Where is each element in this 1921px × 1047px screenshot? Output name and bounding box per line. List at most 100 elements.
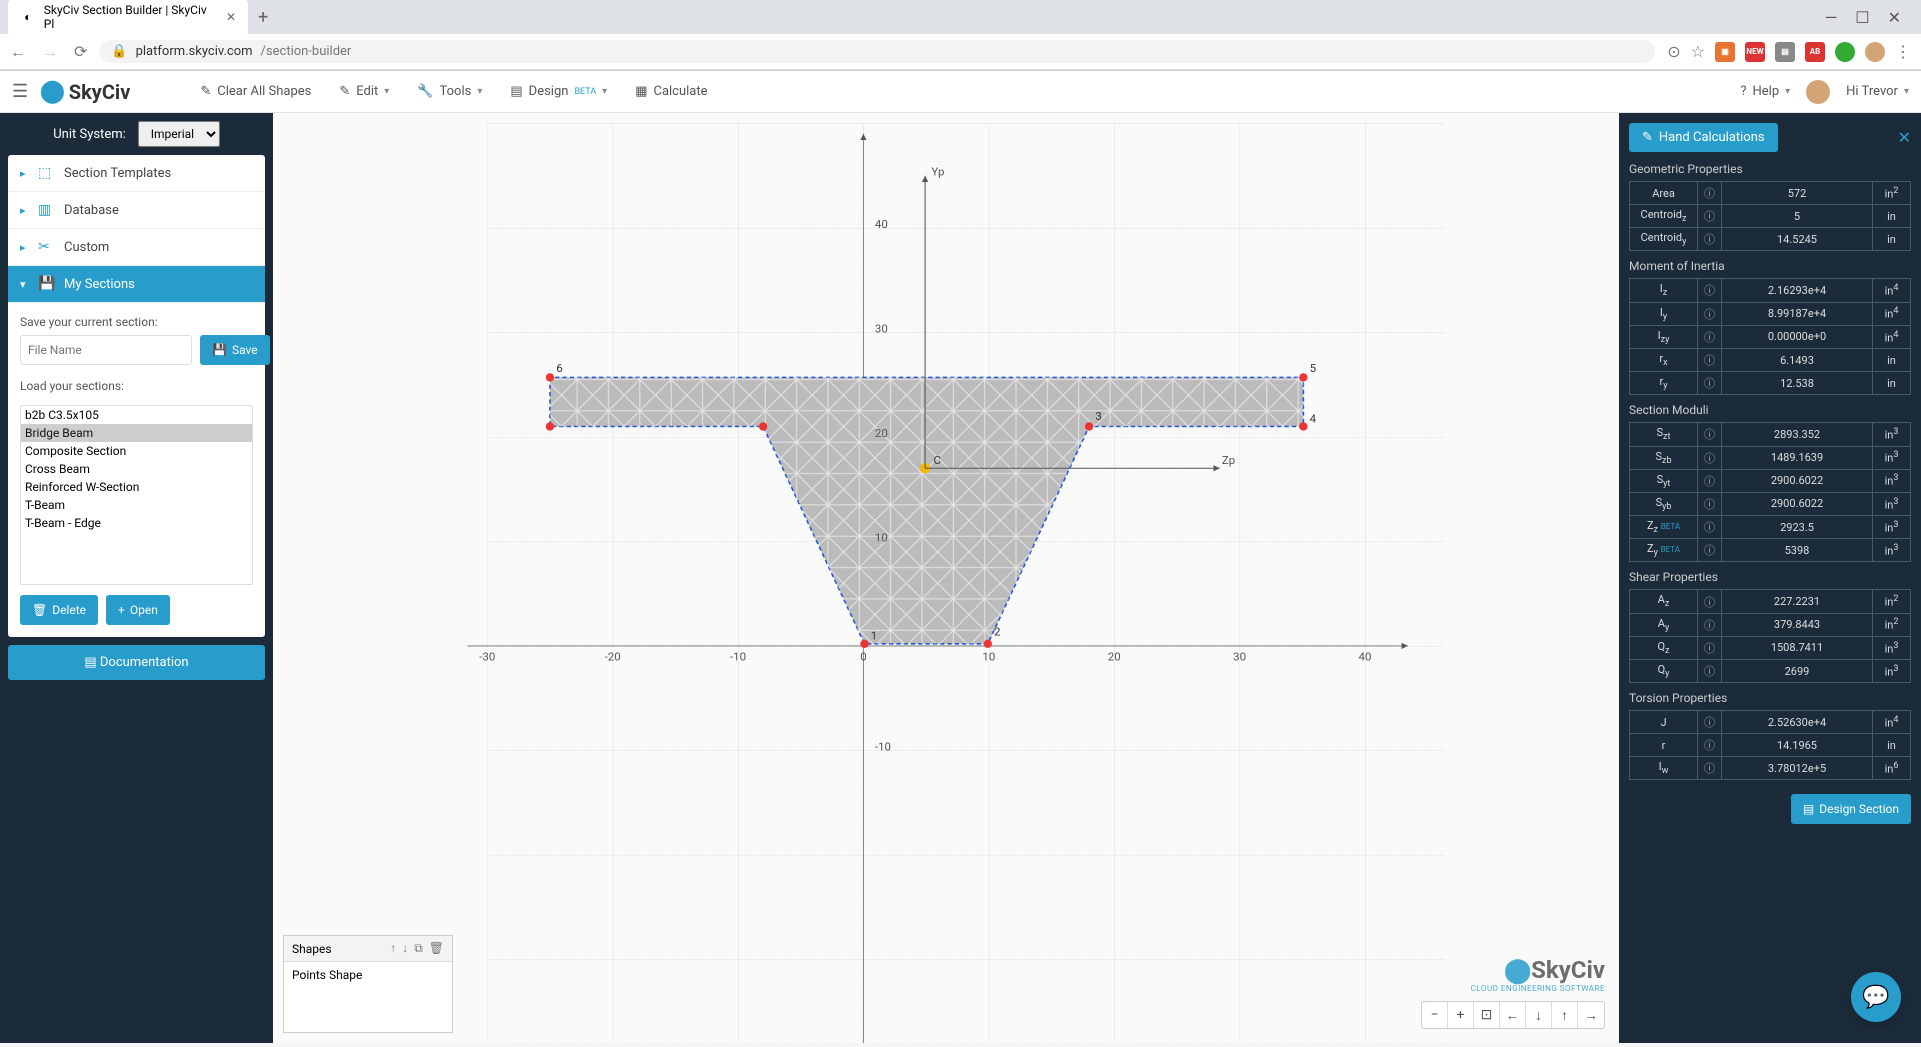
table-row: Ayⓘ379.8443in2 <box>1630 613 1911 636</box>
calculate-icon: ▦ <box>635 84 647 99</box>
hand-calculations-button[interactable]: ✎ Hand Calculations <box>1629 123 1778 152</box>
svg-text:10: 10 <box>875 530 888 544</box>
info-icon[interactable]: ⓘ <box>1698 182 1722 205</box>
menu-clear-shapes[interactable]: ✎ Clear All Shapes <box>200 84 311 99</box>
open-button[interactable]: + Open <box>106 595 170 625</box>
section-canvas[interactable]: 1 2 3 4 5 6 C Yp Zp -30-20-10010203040 -… <box>273 113 1619 1043</box>
table-moduli: Sztⓘ2893.352in3Szbⓘ1489.1639in3Sytⓘ2900.… <box>1629 422 1911 562</box>
svg-text:40: 40 <box>875 217 888 231</box>
user-greeting[interactable]: Hi Trevor ▾ <box>1846 84 1909 99</box>
info-icon[interactable]: ⓘ <box>1698 636 1722 659</box>
ext-icon-avatar[interactable] <box>1865 42 1885 62</box>
info-icon[interactable]: ⓘ <box>1698 325 1722 348</box>
table-row: Areaⓘ572in2 <box>1630 182 1911 205</box>
delete-shape-icon[interactable]: 🗑 <box>429 941 444 956</box>
url-box[interactable]: 🔒 platform.skyciv.com/section-builder <box>99 40 1655 63</box>
pan-up-button[interactable]: ↑ <box>1552 1002 1578 1028</box>
avatar[interactable] <box>1806 80 1830 104</box>
shapes-list[interactable]: Points Shape <box>284 962 452 1032</box>
info-icon[interactable]: ⓘ <box>1698 516 1722 539</box>
tab-close-icon[interactable]: ✕ <box>226 10 236 24</box>
design-section-button[interactable]: ▤ Design Section <box>1791 794 1911 824</box>
info-icon[interactable]: ⓘ <box>1698 423 1722 446</box>
info-icon[interactable]: ⓘ <box>1698 446 1722 469</box>
shape-item[interactable]: Points Shape <box>292 968 444 982</box>
tools-icon: 🔧 <box>417 84 433 99</box>
info-icon[interactable]: ⓘ <box>1698 539 1722 562</box>
zoom-fit-button[interactable]: ⊡ <box>1474 1002 1500 1028</box>
doc-icon: ▤ <box>1803 802 1814 816</box>
filename-input[interactable] <box>20 335 192 365</box>
reload-icon[interactable]: ⟳ <box>74 42 87 62</box>
chat-icon: 💬 <box>1862 985 1889 1010</box>
new-tab-button[interactable]: + <box>248 7 278 28</box>
zoom-in-button[interactable]: + <box>1448 1002 1474 1028</box>
save-button[interactable]: 💾 Save <box>200 335 270 365</box>
documentation-button[interactable]: ▤ Documentation <box>8 645 265 680</box>
help-button[interactable]: ? Help ▾ <box>1740 84 1790 99</box>
info-icon[interactable]: ⓘ <box>1698 492 1722 515</box>
sidebar-item-database[interactable]: ▸ ▥ Database <box>8 192 265 229</box>
ext-icon-pdf[interactable]: ▤ <box>1775 42 1795 62</box>
pan-right-button[interactable]: → <box>1578 1002 1604 1028</box>
ext-icon-1[interactable]: ▣ <box>1715 42 1735 62</box>
maximize-icon[interactable]: ☐ <box>1855 8 1869 27</box>
browser-tab[interactable]: ◐ SkyCiv Section Builder | SkyCiv Pl ✕ <box>8 0 248 37</box>
minimize-icon[interactable]: — <box>1825 8 1838 27</box>
pan-down-button[interactable]: ↓ <box>1526 1002 1552 1028</box>
ext-icon-green[interactable] <box>1835 42 1855 62</box>
search-icon[interactable]: ⊙ <box>1667 42 1680 61</box>
kebab-icon[interactable]: ⋮ <box>1895 42 1911 61</box>
info-icon[interactable]: ⓘ <box>1698 348 1722 371</box>
move-down-icon[interactable]: ↓ <box>402 941 408 956</box>
close-panel-icon[interactable]: ✕ <box>1898 128 1911 147</box>
table-geometric: Areaⓘ572in2Centroidzⓘ5inCentroidyⓘ14.524… <box>1629 181 1911 251</box>
sections-listbox[interactable]: b2b C3.5x105Bridge BeamComposite Section… <box>20 405 253 585</box>
forward-icon[interactable]: → <box>42 42 58 62</box>
delete-button[interactable]: 🗑 Delete <box>20 595 98 625</box>
info-icon[interactable]: ⓘ <box>1698 279 1722 302</box>
logo-icon: ⬤ <box>40 79 65 104</box>
info-icon[interactable]: ⓘ <box>1698 590 1722 613</box>
info-icon[interactable]: ⓘ <box>1698 757 1722 780</box>
info-icon[interactable]: ⓘ <box>1698 734 1722 757</box>
sidebar-item-custom[interactable]: ▸ ✂ Custom <box>8 229 265 266</box>
copy-icon[interactable]: ⧉ <box>414 941 423 956</box>
info-icon[interactable]: ⓘ <box>1698 711 1722 734</box>
ext-icon-abp[interactable]: AB <box>1805 42 1825 62</box>
info-icon[interactable]: ⓘ <box>1698 660 1722 683</box>
menu-calculate[interactable]: ▦ Calculate <box>635 84 707 99</box>
ext-icon-new[interactable]: NEW <box>1745 42 1765 62</box>
menu-design[interactable]: ▤ Design BETA ▾ <box>510 84 607 99</box>
close-window-icon[interactable]: ✕ <box>1888 8 1901 27</box>
svg-text:2: 2 <box>994 624 1001 638</box>
table-row: Centroidzⓘ5in <box>1630 205 1911 228</box>
zoom-out-button[interactable]: − <box>1422 1002 1448 1028</box>
info-icon[interactable]: ⓘ <box>1698 302 1722 325</box>
info-icon[interactable]: ⓘ <box>1698 205 1722 228</box>
info-icon[interactable]: ⓘ <box>1698 613 1722 636</box>
svg-text:-10: -10 <box>875 739 891 753</box>
logo[interactable]: ⬤ SkyCiv <box>40 79 130 104</box>
canvas-area[interactable]: 1 2 3 4 5 6 C Yp Zp -30-20-10010203040 -… <box>273 113 1619 1043</box>
pan-left-button[interactable]: ← <box>1500 1002 1526 1028</box>
chat-bubble-button[interactable]: 💬 <box>1851 972 1901 1022</box>
menu-edit[interactable]: ✎ Edit ▾ <box>339 84 389 99</box>
info-icon[interactable]: ⓘ <box>1698 372 1722 395</box>
move-up-icon[interactable]: ↑ <box>390 941 396 956</box>
clear-icon: ✎ <box>200 84 211 99</box>
svg-text:-20: -20 <box>605 650 621 664</box>
hamburger-icon[interactable]: ☰ <box>12 81 28 102</box>
info-icon[interactable]: ⓘ <box>1698 228 1722 251</box>
info-icon[interactable]: ⓘ <box>1698 469 1722 492</box>
menu-tools[interactable]: 🔧 Tools ▾ <box>417 84 482 99</box>
main-layout: Unit System: Imperial ▸ ⬚ Section Templa… <box>0 113 1921 1043</box>
sidebar-item-templates[interactable]: ▸ ⬚ Section Templates <box>8 155 265 192</box>
star-icon[interactable]: ☆ <box>1691 42 1705 61</box>
table-moment: Izⓘ2.16293e+4in4Iyⓘ8.99187e+4in4Izyⓘ0.00… <box>1629 278 1911 395</box>
unit-select[interactable]: Imperial <box>138 121 220 147</box>
back-icon[interactable]: ← <box>10 42 26 62</box>
accordion-panel: ▸ ⬚ Section Templates ▸ ▥ Database ▸ ✂ C… <box>8 155 265 637</box>
my-sections-body: Save your current section: 💾 Save Load y… <box>8 303 265 637</box>
sidebar-item-my-sections[interactable]: ▾ 💾 My Sections <box>8 266 265 303</box>
